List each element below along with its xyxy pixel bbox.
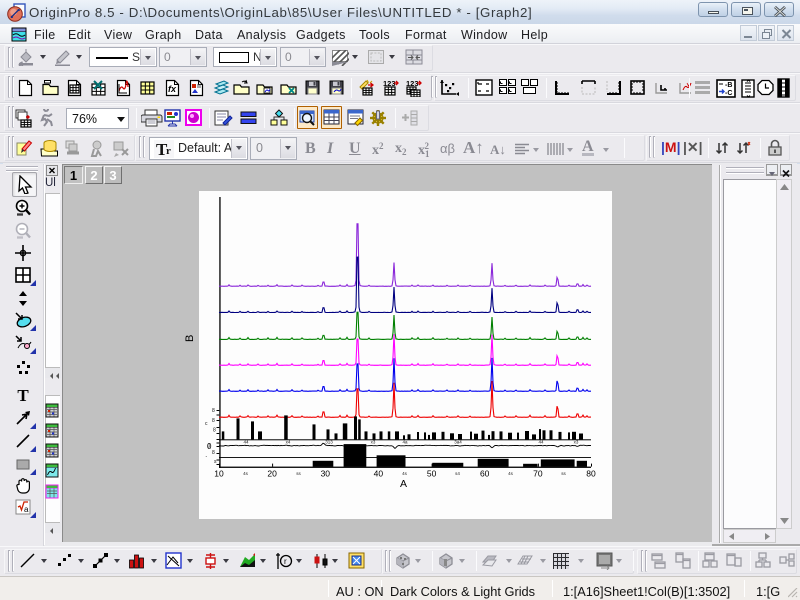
- svg-text:c: c: [205, 421, 208, 427]
- svg-text:s4: s4: [455, 471, 460, 476]
- svg-text:3a4: 3a4: [454, 439, 462, 444]
- svg-text:A: A: [400, 478, 407, 490]
- svg-text:x4: x4: [286, 439, 291, 444]
- svg-text:80: 80: [586, 469, 596, 479]
- svg-text:60: 60: [480, 469, 490, 479]
- svg-text:4s: 4s: [508, 471, 514, 476]
- svg-text:313: 313: [325, 439, 333, 444]
- svg-text:30: 30: [321, 469, 331, 479]
- svg-text:-B: -B: [725, 82, 732, 89]
- svg-text:44: 44: [243, 439, 249, 444]
- svg-text:x3: x3: [574, 439, 579, 444]
- svg-text:4a: 4a: [402, 439, 408, 444]
- svg-text:x3: x3: [371, 439, 376, 444]
- svg-text:8: 8: [212, 408, 215, 414]
- svg-text:-: -: [206, 454, 208, 460]
- svg-text:8: 8: [212, 418, 215, 424]
- svg-text:a: a: [24, 505, 29, 514]
- svg-text:4s: 4s: [402, 471, 408, 476]
- svg-text:8: 8: [212, 450, 215, 456]
- svg-text:T: T: [17, 386, 29, 405]
- svg-text:50: 50: [427, 469, 437, 479]
- svg-text:ss: ss: [296, 471, 301, 476]
- svg-text:70: 70: [533, 469, 543, 479]
- svg-text:-C: -C: [725, 90, 732, 97]
- svg-text:4s: 4s: [243, 471, 249, 476]
- svg-text:8: 8: [213, 428, 216, 434]
- svg-text:0: 0: [207, 442, 212, 451]
- svg-text:ss: ss: [561, 471, 566, 476]
- svg-text:r: r: [284, 557, 287, 566]
- svg-text:fx: fx: [168, 84, 177, 94]
- svg-text:44: 44: [538, 439, 544, 444]
- svg-text:40: 40: [374, 469, 384, 479]
- svg-text:20: 20: [267, 469, 277, 479]
- svg-text:10: 10: [214, 469, 224, 479]
